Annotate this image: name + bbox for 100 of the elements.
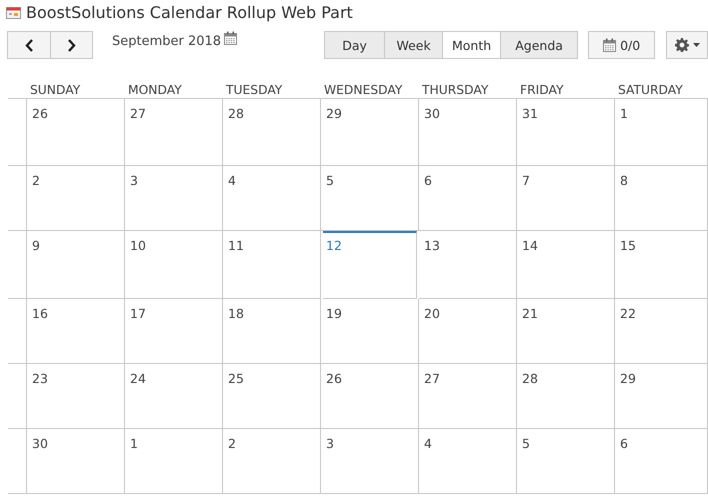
- day-cell[interactable]: 18: [223, 299, 321, 364]
- day-number: 2: [32, 173, 40, 188]
- day-number: 8: [620, 173, 628, 188]
- day-cell[interactable]: 27: [419, 364, 517, 429]
- day-cell[interactable]: 13: [419, 231, 517, 299]
- day-number: 27: [130, 106, 146, 121]
- caret-icon: [692, 43, 700, 47]
- current-period: September 2018: [112, 34, 222, 48]
- day-cell[interactable]: 6: [615, 429, 708, 494]
- day-number: 2: [228, 436, 236, 451]
- day-number: 5: [326, 173, 334, 188]
- day-number: 4: [228, 173, 236, 188]
- day-number: 23: [32, 371, 48, 386]
- day-cell[interactable]: 12: [323, 231, 417, 299]
- day-cell[interactable]: 28: [223, 99, 321, 166]
- day-number: 1: [130, 436, 138, 451]
- day-number: 7: [522, 173, 530, 188]
- day-cell[interactable]: 27: [125, 99, 223, 166]
- day-number: 13: [424, 238, 440, 253]
- day-cell[interactable]: 26: [27, 99, 125, 166]
- day-cell[interactable]: 5: [517, 429, 615, 494]
- chevron-left-icon: [24, 38, 34, 52]
- week-row-gutter: [8, 166, 27, 231]
- day-cell[interactable]: 8: [615, 166, 708, 231]
- chevron-right-icon: [67, 38, 76, 52]
- day-number: 6: [424, 173, 432, 188]
- day-number: 30: [32, 436, 48, 451]
- week-row-gutter: [8, 364, 27, 429]
- day-cell[interactable]: 4: [223, 166, 321, 231]
- weekday-header: THURSDAY: [419, 81, 517, 99]
- calendar-icon: [603, 38, 616, 52]
- day-cell[interactable]: 24: [125, 364, 223, 429]
- day-cell[interactable]: 9: [27, 231, 125, 299]
- day-cell[interactable]: 17: [125, 299, 223, 364]
- day-cell[interactable]: 26: [321, 364, 419, 429]
- day-cell[interactable]: 15: [615, 231, 708, 299]
- day-cell[interactable]: 1: [615, 99, 708, 166]
- day-number: 24: [130, 371, 146, 386]
- settings-button[interactable]: [666, 31, 708, 59]
- week-row-gutter: [8, 299, 27, 364]
- day-cell[interactable]: 31: [517, 99, 615, 166]
- day-number: 12: [326, 238, 342, 253]
- day-cell[interactable]: 3: [125, 166, 223, 231]
- day-number: 18: [228, 306, 244, 321]
- weekday-header: FRIDAY: [517, 81, 615, 99]
- day-cell[interactable]: 14: [517, 231, 615, 299]
- day-cell[interactable]: 11: [223, 231, 321, 299]
- calendar-picker-icon: [224, 31, 238, 45]
- weekday-header: SATURDAY: [615, 81, 708, 99]
- day-number: 21: [522, 306, 538, 321]
- week-row-gutter: [8, 99, 27, 166]
- day-cell[interactable]: 7: [517, 166, 615, 231]
- day-number: 26: [326, 371, 342, 386]
- day-number: 6: [620, 436, 628, 451]
- day-cell[interactable]: 29: [321, 99, 419, 166]
- day-cell[interactable]: 25: [223, 364, 321, 429]
- day-cell[interactable]: 10: [125, 231, 223, 299]
- day-number: 29: [326, 106, 342, 121]
- day-number: 17: [130, 306, 146, 321]
- view-tab[interactable]: Agenda: [500, 32, 578, 58]
- previous-button[interactable]: [8, 32, 50, 58]
- day-cell[interactable]: 3: [321, 429, 419, 494]
- weekday-header: MONDAY: [125, 81, 223, 99]
- day-number: 5: [522, 436, 530, 451]
- day-cell[interactable]: 30: [27, 429, 125, 494]
- weekday-header: SUNDAY: [27, 81, 125, 99]
- day-number: 28: [228, 106, 244, 121]
- next-button[interactable]: [50, 32, 92, 58]
- day-number: 27: [424, 371, 440, 386]
- day-cell[interactable]: 22: [615, 299, 708, 364]
- day-cell[interactable]: 4: [419, 429, 517, 494]
- day-number: 30: [424, 106, 440, 121]
- day-cell[interactable]: 28: [517, 364, 615, 429]
- day-number: 10: [130, 238, 146, 253]
- day-number: 28: [522, 371, 538, 386]
- day-cell[interactable]: 2: [223, 429, 321, 494]
- day-number: 29: [620, 371, 636, 386]
- item-count-button[interactable]: 0/0: [588, 31, 656, 59]
- day-cell[interactable]: 2: [27, 166, 125, 231]
- day-number: 15: [620, 238, 636, 253]
- day-number: 25: [228, 371, 244, 386]
- day-cell[interactable]: 16: [27, 299, 125, 364]
- day-cell[interactable]: 30: [419, 99, 517, 166]
- day-number: 9: [32, 238, 40, 253]
- day-cell[interactable]: 20: [419, 299, 517, 364]
- day-cell[interactable]: 6: [419, 166, 517, 231]
- settings-icon: [674, 38, 689, 52]
- day-number: 11: [228, 238, 244, 253]
- day-number: 3: [326, 436, 334, 451]
- day-cell[interactable]: 21: [517, 299, 615, 364]
- view-tab[interactable]: Week: [384, 32, 442, 58]
- calendar-icon: [6, 6, 21, 18]
- day-cell[interactable]: 29: [615, 364, 708, 429]
- view-tab[interactable]: Day: [325, 32, 384, 58]
- day-cell[interactable]: 5: [321, 166, 419, 231]
- day-number: 26: [32, 106, 48, 121]
- day-cell[interactable]: 23: [27, 364, 125, 429]
- day-cell[interactable]: 1: [125, 429, 223, 494]
- day-number: 20: [424, 306, 440, 321]
- day-cell[interactable]: 19: [321, 299, 419, 364]
